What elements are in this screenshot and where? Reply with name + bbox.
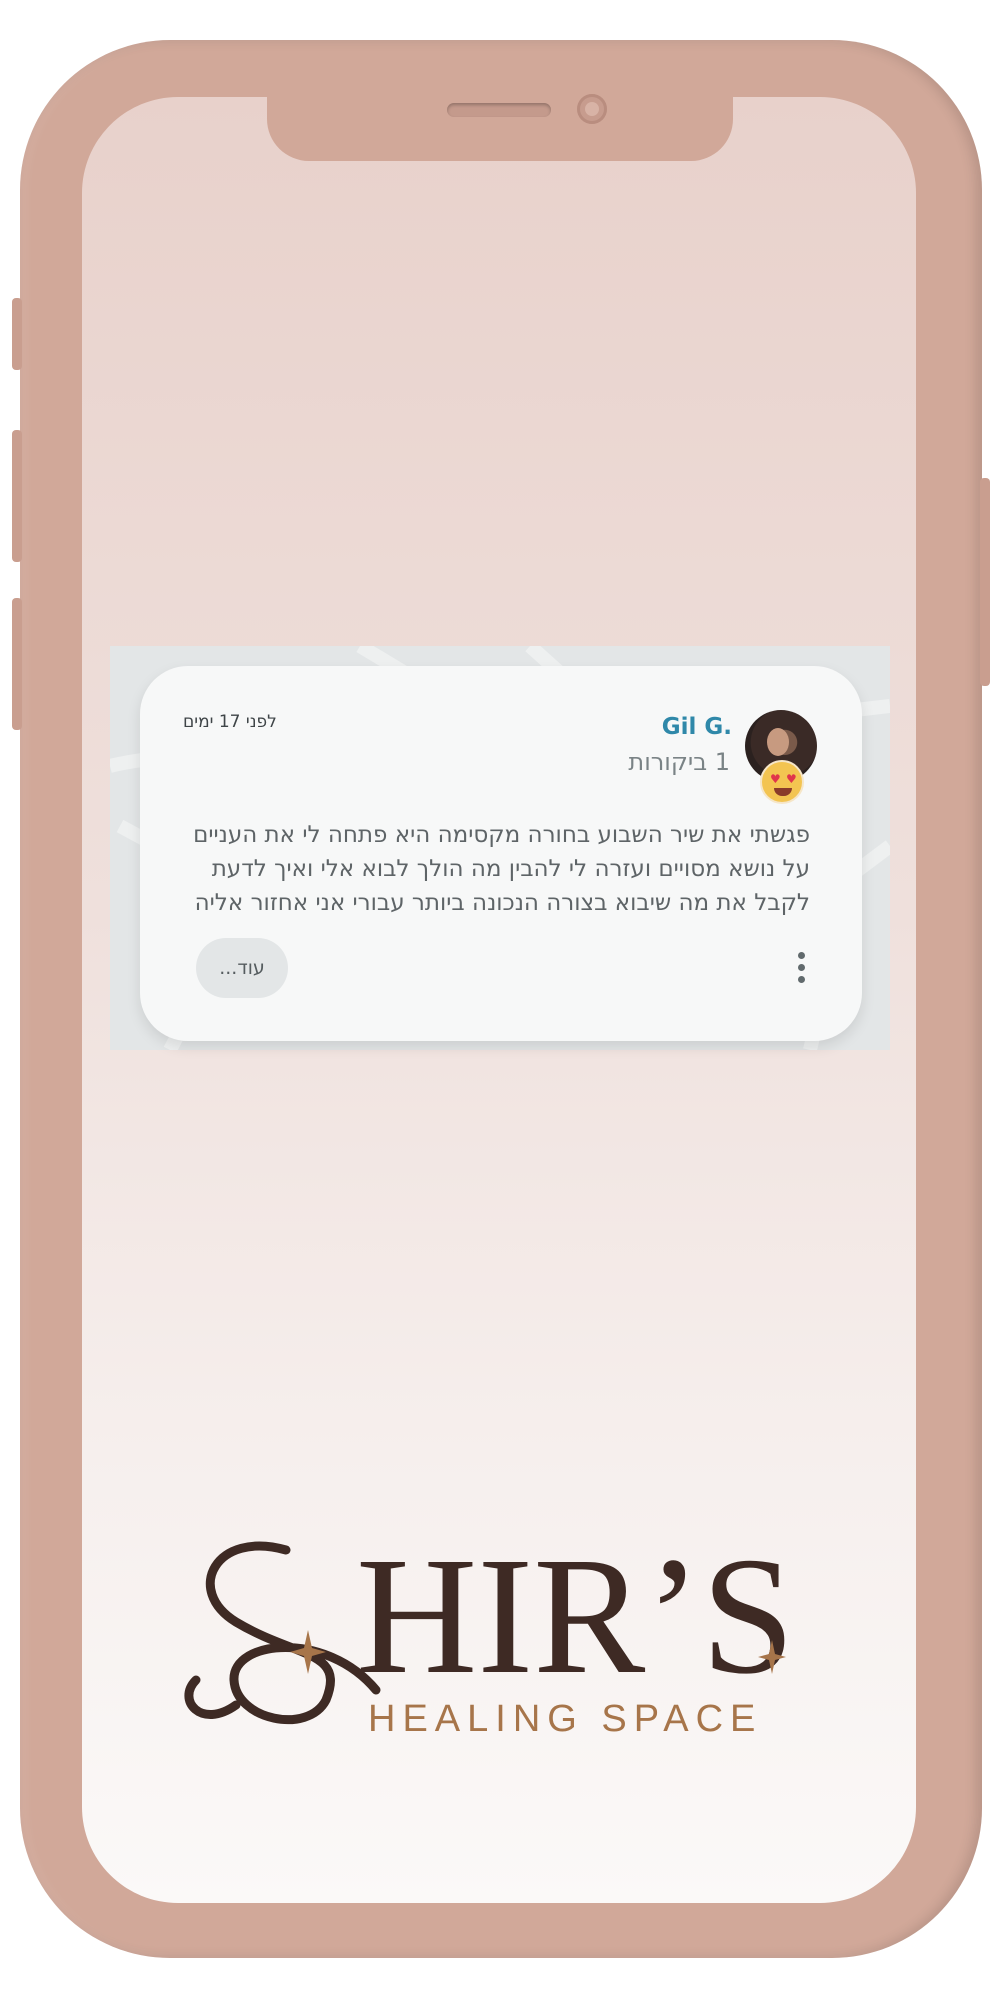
heart-eye-left-icon: ♥: [770, 772, 781, 786]
emoji-mouth: [774, 788, 792, 796]
speaker-grille: [447, 103, 551, 117]
review-text-line: על נושא מסויים ועזרה לי להבין מה הולך לב…: [211, 856, 810, 882]
volume-up-button: [12, 430, 22, 562]
power-button: [980, 478, 990, 686]
logo-wordmark: HIR’S: [356, 1530, 795, 1709]
volume-down-button: [12, 598, 22, 730]
reviewer-name[interactable]: Gil G.: [662, 714, 732, 740]
avatar-face: [767, 728, 789, 756]
front-camera: [577, 94, 607, 124]
review-time: לפני 17 ימים: [183, 712, 277, 732]
heart-eye-right-icon: ♥: [786, 772, 797, 786]
mute-switch: [12, 298, 22, 370]
more-options-icon[interactable]: [796, 952, 806, 984]
review-text-line: לקבל את מה שיבוא בצורה הנכונה ביותר עבור…: [194, 890, 810, 916]
review-text-line: פגשתי את שיר השבוע בחורה מקסימה היא פתחה…: [193, 822, 810, 848]
review-count: 1 ביקורות: [628, 748, 730, 776]
review-text: פגשתי את שיר השבוע בחורה מקסימה היא פתחה…: [180, 818, 810, 920]
more-button[interactable]: עוד...: [196, 938, 288, 998]
logo-tagline: HEALING SPACE: [368, 1698, 763, 1740]
heart-eyes-emoji-icon: ♥ ♥: [760, 760, 804, 804]
